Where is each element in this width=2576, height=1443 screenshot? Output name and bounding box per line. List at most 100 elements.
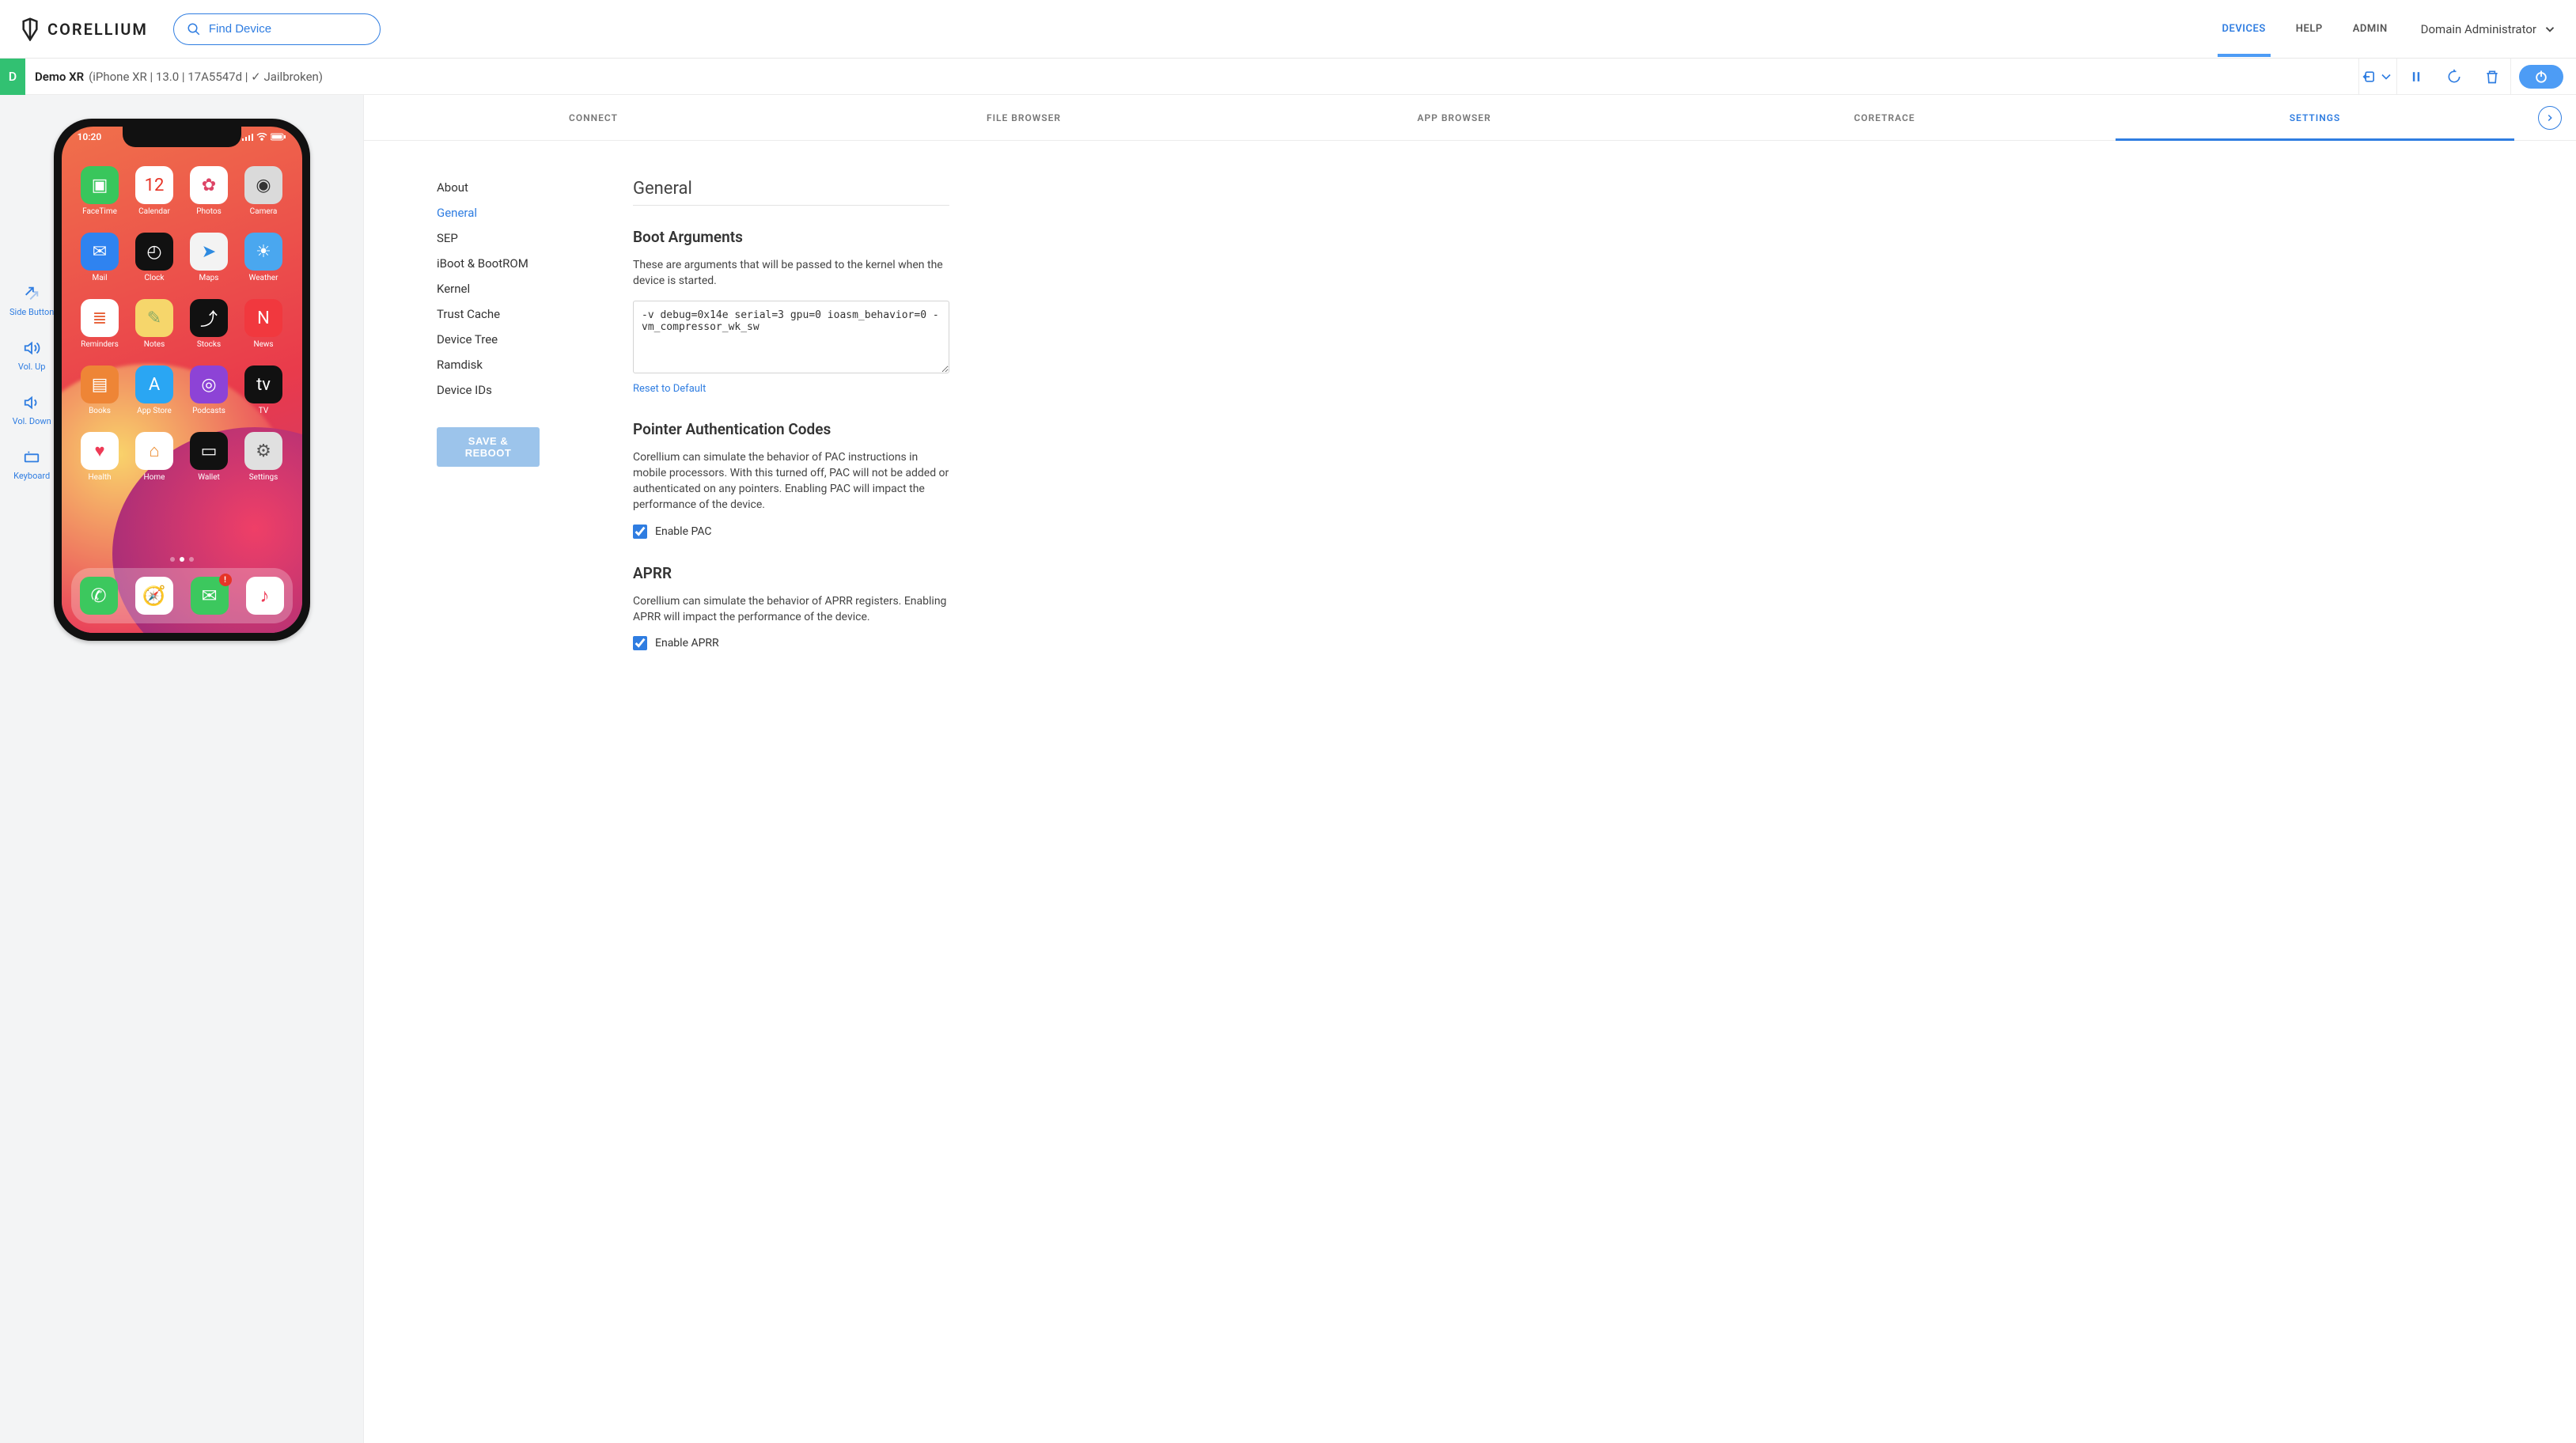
app-tile: ⌂ (135, 432, 173, 470)
app-tile: ✿ (190, 166, 228, 204)
enable-aprr-checkbox[interactable] (633, 636, 647, 650)
tabs-next-button[interactable] (2538, 106, 2562, 130)
app-label: TV (259, 407, 268, 415)
reset-default-link[interactable]: Reset to Default (633, 383, 706, 395)
nav-devices[interactable]: DEVICES (2222, 23, 2266, 35)
wifi-icon (256, 133, 267, 141)
phone-statusbar: 10:20 (62, 131, 302, 142)
app-books[interactable]: ▤Books (74, 365, 126, 429)
device-name: Demo XR (35, 70, 84, 84)
tab-file-browser[interactable]: FILE BROWSER (809, 95, 1239, 140)
aprr-heading: APRR (633, 564, 949, 582)
home-screen-grid: ▣ FaceTime 12Calendar ✿ Photos ◉Camera ✉Mail◴C… (62, 158, 302, 562)
power-button[interactable] (2519, 65, 2563, 89)
dock-safari[interactable]: 🧭 (135, 577, 173, 615)
sidemenu-sep[interactable]: SEP (437, 229, 570, 247)
app-notes[interactable]: ✎Notes (129, 299, 180, 362)
app-tv[interactable]: tvTV (238, 365, 290, 429)
search-input[interactable] (209, 22, 367, 36)
nav-admin[interactable]: ADMIN (2353, 23, 2388, 35)
volume-up-control[interactable]: Vol. Up (18, 339, 46, 372)
app-health[interactable]: ♥Health (74, 432, 126, 495)
topbar: CORELLIUM DEVICES HELP ADMIN Domain Admi… (0, 0, 2576, 59)
export-button[interactable] (2359, 59, 2397, 95)
app-label: Calendar (138, 207, 170, 216)
app-app-store[interactable]: AApp Store (129, 365, 180, 429)
tab-app-browser[interactable]: APP BROWSER (1239, 95, 1669, 140)
right-tabs: CONNECT FILE BROWSER APP BROWSER CORETRA… (364, 95, 2576, 141)
reboot-button[interactable] (2435, 59, 2473, 95)
boot-arguments-input[interactable] (633, 301, 949, 373)
sidemenu-iboot[interactable]: iBoot & BootROM (437, 255, 570, 272)
user-menu[interactable]: Domain Administrator (2421, 22, 2557, 36)
tab-coretrace[interactable]: CORETRACE (1669, 95, 2100, 140)
app-label: Reminders (81, 340, 119, 349)
app-tile: ✉ (81, 233, 119, 271)
delete-button[interactable] (2473, 59, 2511, 95)
enable-aprr-row[interactable]: Enable APRR (633, 636, 949, 650)
enable-pac-checkbox[interactable] (633, 525, 647, 539)
enable-pac-row[interactable]: Enable PAC (633, 525, 949, 539)
export-icon (2362, 69, 2378, 85)
sidemenu-device-ids[interactable]: Device IDs (437, 381, 570, 399)
app-calendar[interactable]: 12Calendar (129, 166, 180, 229)
save-reboot-button[interactable]: SAVE & REBOOT (437, 427, 540, 467)
app-stocks[interactable]: ⤴Stocks (184, 299, 235, 362)
nav-help[interactable]: HELP (2296, 23, 2323, 35)
side-button-control[interactable]: Side Button (9, 285, 54, 317)
app-weather[interactable]: ☀Weather (238, 233, 290, 296)
aprr-desc: Corellium can simulate the behavior of A… (633, 593, 949, 626)
control-label: Vol. Down (13, 416, 51, 426)
sidemenu-kernel[interactable]: Kernel (437, 280, 570, 297)
app-wallet[interactable]: ▭Wallet (184, 432, 235, 495)
app-label: FaceTime (82, 207, 117, 216)
search-box[interactable] (173, 13, 381, 45)
tab-settings[interactable]: SETTINGS (2100, 95, 2530, 140)
right-panel: CONNECT FILE BROWSER APP BROWSER CORETRA… (364, 95, 2576, 1443)
top-nav: DEVICES HELP ADMIN (2222, 23, 2388, 35)
app-clock[interactable]: ◴Clock (129, 233, 180, 296)
sidemenu-about[interactable]: About (437, 179, 570, 196)
dock-phone[interactable]: ✆ (80, 577, 118, 615)
app-tile: ♥ (81, 432, 119, 470)
app-label: Podcasts (192, 407, 225, 415)
app-maps[interactable]: ➤Maps (184, 233, 235, 296)
refresh-icon (2446, 69, 2462, 85)
app-news[interactable]: NNews (238, 299, 290, 362)
phone-screen[interactable]: 10:20 ▣ FaceTime 12Calendar ✿ Photos ◉Camera ✉… (62, 127, 302, 633)
app-facetime[interactable]: ▣ FaceTime (74, 166, 126, 229)
trash-icon (2484, 69, 2500, 85)
app-tile: ⤴ (190, 299, 228, 337)
aprr-section: APRR Corellium can simulate the behavior… (633, 564, 949, 651)
control-label: Vol. Up (18, 362, 46, 372)
app-reminders[interactable]: ≣Reminders (74, 299, 126, 362)
pause-button[interactable] (2397, 59, 2435, 95)
phone-hardware-controls: Side Button Vol. Up Vol. Down Keyboard (9, 285, 54, 481)
app-camera[interactable]: ◉Camera (238, 166, 290, 229)
app-tile: ▣ (81, 166, 119, 204)
app-settings[interactable]: ⚙Settings (238, 432, 290, 495)
sidemenu-device-tree[interactable]: Device Tree (437, 331, 570, 348)
settings-content: About General SEP iBoot & BootROM Kernel… (364, 141, 2576, 723)
app-label: Home (144, 473, 165, 482)
app-home[interactable]: ⌂ Home (129, 432, 180, 495)
dock-music[interactable]: ♪ (246, 577, 284, 615)
sidemenu-ramdisk[interactable]: Ramdisk (437, 356, 570, 373)
volume-down-control[interactable]: Vol. Down (13, 394, 51, 426)
sparkle-icon (23, 285, 40, 302)
app-podcasts[interactable]: ◎Podcasts (184, 365, 235, 429)
dock-messages[interactable]: ✉! (191, 577, 229, 615)
app-tile: ➤ (190, 233, 228, 271)
sidemenu-trust-cache[interactable]: Trust Cache (437, 305, 570, 323)
keyboard-icon (23, 449, 40, 466)
enable-pac-label: Enable PAC (655, 525, 712, 538)
sidemenu-general[interactable]: General (437, 204, 570, 222)
app-photos[interactable]: ✿ Photos (184, 166, 235, 229)
app-tile: ▤ (81, 365, 119, 403)
app-label: Wallet (198, 473, 220, 482)
tab-connect[interactable]: CONNECT (378, 95, 809, 140)
keyboard-control[interactable]: Keyboard (13, 449, 50, 481)
phone-frame: 10:20 ▣ FaceTime 12Calendar ✿ Photos ◉Camera ✉… (54, 119, 310, 641)
app-mail[interactable]: ✉Mail (74, 233, 126, 296)
app-label: Photos (196, 207, 222, 216)
